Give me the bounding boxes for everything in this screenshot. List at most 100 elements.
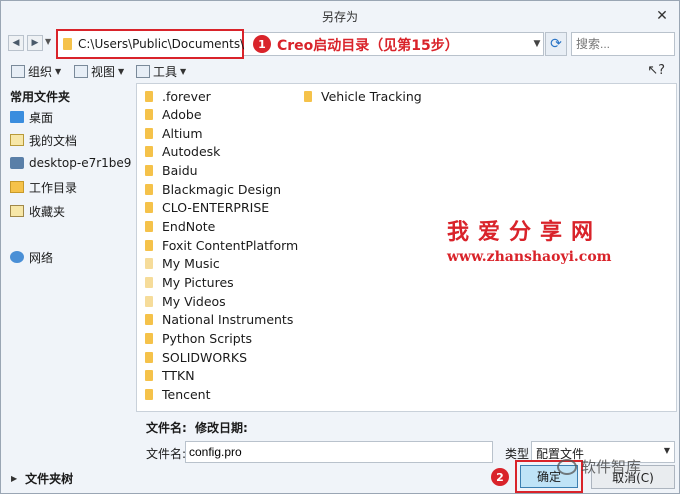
list-item[interactable]: Baidu <box>145 162 198 180</box>
folder-icon <box>145 127 153 139</box>
sidebar-item-favorites[interactable]: 收藏夹 <box>10 201 65 221</box>
working-dir-icon <box>10 181 24 193</box>
wechat-icon <box>557 458 577 475</box>
file-name: Blackmagic Design <box>162 181 282 197</box>
folder-icon <box>145 202 153 214</box>
list-item[interactable]: CLO-ENTERPRISE <box>145 199 269 217</box>
list-item[interactable]: Blackmagic Design <box>145 180 281 198</box>
address-path: C:\Users\Public\Documents\ <box>78 37 245 51</box>
tools-menu[interactable]: 工具 ▼ <box>136 62 186 80</box>
address-bar[interactable]: C:\Users\Public\Documents\ <box>56 29 244 59</box>
arrow-right-icon: ▶ <box>31 38 39 48</box>
file-name: Vehicle Tracking <box>321 88 422 104</box>
search-input[interactable] <box>571 32 675 56</box>
folder-icon <box>145 165 153 177</box>
file-name: Autodesk <box>162 144 221 160</box>
folder-icon <box>145 90 153 102</box>
chevron-down-icon: ▼ <box>663 446 670 455</box>
sidebar-item-computer[interactable]: desktop-e7r1be9 <box>10 153 131 173</box>
folder-icon <box>145 277 153 288</box>
chevron-down-icon: ▼ <box>55 66 62 76</box>
folder-tree-toggle[interactable]: ▶ 文件夹树 <box>1 465 133 491</box>
folder-icon <box>145 332 153 344</box>
list-item[interactable]: Altium <box>145 124 203 142</box>
history-dropdown-icon[interactable]: ▼ <box>45 37 51 46</box>
list-item[interactable]: Python Scripts <box>145 329 252 347</box>
file-name: SOLIDWORKS <box>162 349 248 365</box>
list-item[interactable]: TTKN <box>145 367 195 385</box>
list-item[interactable]: Tencent <box>145 385 211 403</box>
folder-icon <box>145 370 153 382</box>
close-icon: ✕ <box>656 8 668 24</box>
file-name: National Instruments <box>162 312 294 328</box>
refresh-button[interactable]: ⟳ <box>545 32 567 56</box>
back-button[interactable]: ◀ <box>8 35 24 51</box>
folder-icon <box>145 258 153 270</box>
sidebar-item-working-dir[interactable]: 工作目录 <box>10 177 77 197</box>
sidebar-item-desktop[interactable]: 桌面 <box>10 107 53 127</box>
wechat-watermark: 软件智库 <box>557 456 641 477</box>
list-item[interactable]: My Music <box>145 255 220 273</box>
file-name: .forever <box>162 88 211 104</box>
refresh-icon: ⟳ <box>550 36 562 52</box>
wechat-watermark-text: 软件智库 <box>581 458 642 476</box>
list-item[interactable]: EndNote <box>145 218 215 236</box>
list-item[interactable]: SOLIDWORKS <box>145 348 247 366</box>
sidebar-item-documents[interactable]: 我的文档 <box>10 130 77 150</box>
folder-icon <box>145 351 153 363</box>
title-bar: 另存为 ✕ <box>1 1 679 31</box>
list-item[interactable]: My Videos <box>145 292 226 310</box>
organize-label: 组织 <box>28 64 53 79</box>
file-name: TTKN <box>162 368 195 384</box>
file-list[interactable]: .forever Adobe Altium Autodesk Baidu Blackmag… <box>136 83 677 412</box>
triangle-right-icon: ▶ <box>11 473 18 483</box>
network-icon <box>10 251 24 263</box>
folder-icon <box>145 146 153 158</box>
list-item[interactable]: Autodesk <box>145 143 220 161</box>
info-filename-label: 文件名: <box>146 421 187 435</box>
folder-icon <box>63 38 72 50</box>
list-item[interactable]: National Instruments <box>145 311 293 329</box>
navigation-bar: ◀ ▶ ▼ C:\Users\Public\Documents\ 1 Creo启… <box>1 29 679 59</box>
toolbar: 组织 ▼ 视图 ▼ 工具 ▼ <box>1 59 679 83</box>
documents-icon <box>10 134 24 146</box>
tools-icon <box>136 64 150 78</box>
forward-button[interactable]: ▶ <box>27 35 43 51</box>
filename-label: 文件名: <box>146 447 187 461</box>
list-item[interactable]: Foxit ContentPlatform <box>145 236 298 254</box>
list-item[interactable]: My Pictures <box>145 274 234 292</box>
file-name: CLO-ENTERPRISE <box>162 200 270 216</box>
list-item[interactable]: Vehicle Tracking <box>304 87 422 105</box>
sidebar-item-network[interactable]: 网络 <box>10 247 53 267</box>
organize-menu[interactable]: 组织 ▼ <box>11 62 61 80</box>
computer-icon <box>10 157 24 169</box>
folder-icon <box>145 109 153 121</box>
list-item[interactable]: Adobe <box>145 106 202 124</box>
filename-input[interactable] <box>185 441 493 463</box>
sidebar-item-label: 工作目录 <box>29 180 78 195</box>
folder-icon <box>145 388 153 400</box>
file-name: My Videos <box>162 293 226 309</box>
file-name: Adobe <box>162 107 202 123</box>
folder-icon <box>145 183 153 195</box>
view-menu[interactable]: 视图 ▼ <box>74 62 124 80</box>
sidebar-item-label: 我的文档 <box>29 133 78 148</box>
folder-icon <box>145 221 153 233</box>
file-name: Python Scripts <box>162 330 253 346</box>
chevron-down-icon: ▼ <box>180 66 187 76</box>
file-name: Tencent <box>162 386 211 402</box>
close-button[interactable]: ✕ <box>651 6 673 26</box>
folder-icon <box>145 295 153 307</box>
list-item[interactable]: .forever <box>145 87 211 105</box>
chevron-down-icon: ▼ <box>118 66 125 76</box>
address-dropdown-button[interactable]: ▼ <box>530 33 544 55</box>
help-cursor-icon[interactable]: ↖? <box>647 63 665 78</box>
sidebar-header: 常用文件夹 <box>10 90 71 104</box>
folder-icon <box>145 314 153 326</box>
file-name: Foxit ContentPlatform <box>162 237 299 253</box>
chevron-down-icon: ▼ <box>533 39 541 49</box>
folder-tree-label: 文件夹树 <box>25 471 74 486</box>
tools-label: 工具 <box>153 64 178 79</box>
sidebar-item-label: 桌面 <box>29 110 54 125</box>
save-as-dialog: 另存为 ✕ ◀ ▶ ▼ C:\Users\Public\Documents\ 1… <box>0 0 680 494</box>
